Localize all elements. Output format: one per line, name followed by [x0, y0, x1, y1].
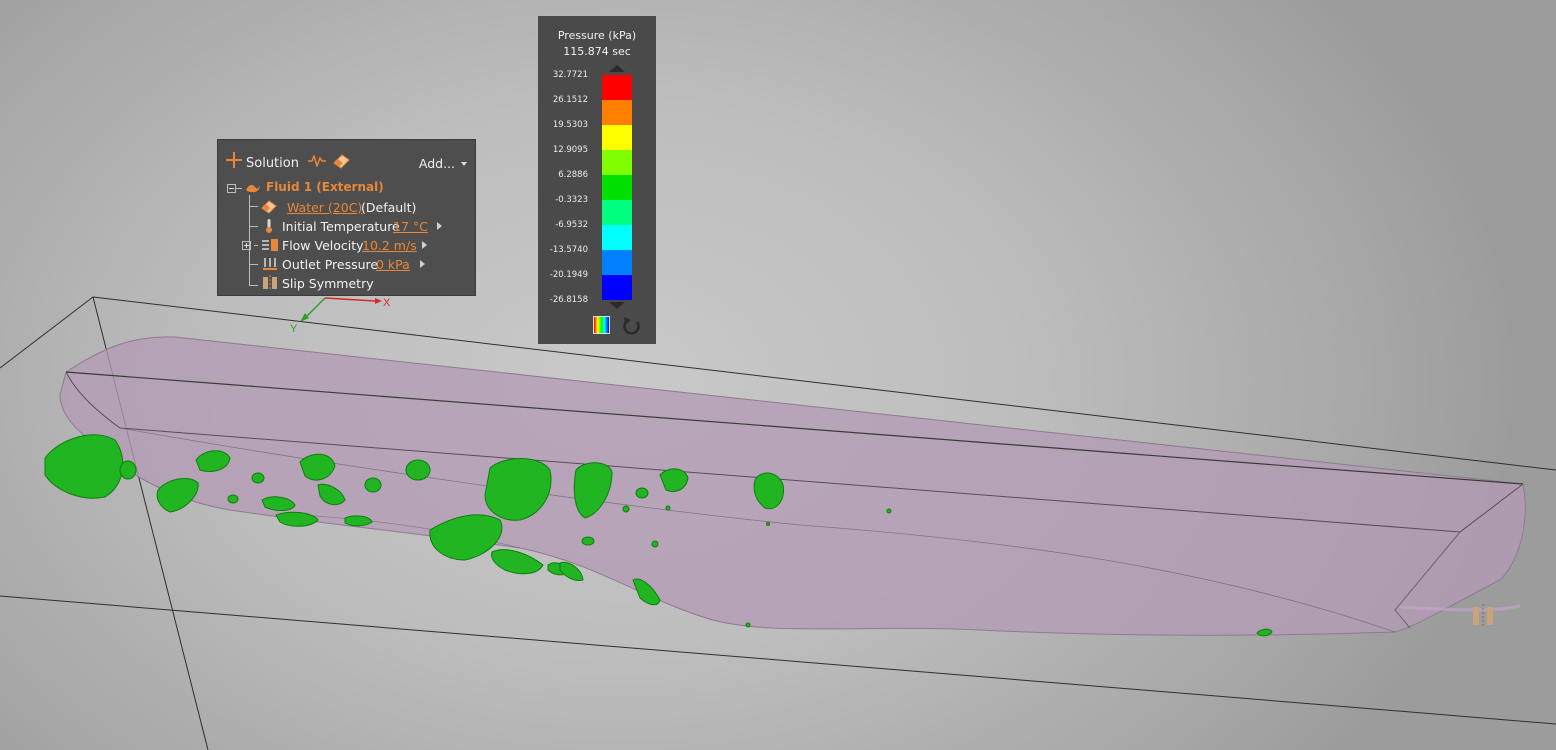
outlet-pressure-label: Outlet Pressure	[282, 257, 379, 272]
tree-connector	[236, 188, 242, 189]
legend-color-band	[602, 75, 632, 100]
fluid-icon	[246, 185, 260, 193]
legend-value: -6.9532	[555, 220, 588, 230]
collapse-icon[interactable]	[227, 184, 236, 193]
legend-color-band	[602, 125, 632, 150]
eraser-icon[interactable]	[331, 153, 351, 169]
legend-value: 12.9095	[552, 145, 588, 155]
solution-button[interactable]: Solution	[246, 156, 299, 171]
flow-velocity-value[interactable]: 10.2 m/s	[362, 238, 417, 253]
expand-arrow-icon[interactable]	[422, 241, 427, 249]
waveform-icon[interactable]	[308, 155, 326, 167]
tree-item-initial-temperature[interactable]: Initial Temperature 17 °C	[218, 217, 477, 236]
3d-viewport[interactable]: X Y	[0, 0, 1556, 750]
expand-arrow-icon[interactable]	[420, 260, 425, 268]
legend-color-band	[602, 275, 632, 300]
legend-max-arrow-icon[interactable]	[609, 65, 625, 72]
tree-item-fluid[interactable]: Fluid 1 (External)	[218, 178, 477, 197]
slip-symmetry-label: Slip Symmetry	[282, 276, 374, 291]
legend-min-arrow-icon[interactable]	[609, 302, 625, 309]
initial-temperature-value[interactable]: 17 °C	[393, 219, 428, 234]
flow-velocity-label: Flow Velocity	[282, 238, 364, 253]
legend-value: 26.1512	[552, 95, 588, 105]
scene-svg[interactable]: X Y	[0, 0, 1556, 750]
legend-color-band	[602, 225, 632, 250]
legend-time: 115.874 sec	[563, 45, 631, 58]
pressure-legend[interactable]: Pressure (kPa) 115.874 sec 32.7721 26.151…	[538, 16, 656, 344]
legend-value: -13.5740	[549, 245, 588, 255]
legend-color-band	[602, 150, 632, 175]
initial-temperature-label: Initial Temperature	[282, 219, 400, 234]
legend-color-band	[602, 200, 632, 225]
add-dropdown-button[interactable]: Add...	[419, 156, 455, 171]
expand-icon[interactable]	[242, 241, 251, 250]
fluid-label: Fluid 1 (External)	[266, 180, 384, 194]
outlet-pressure-value[interactable]: 0 kPa	[376, 257, 410, 272]
legend-value: 32.7721	[552, 70, 588, 80]
thermometer-icon	[266, 219, 272, 233]
analysis-tree-panel: Solution Add... Fluid 1 (External) Water…	[217, 139, 476, 296]
outlet-pressure-icon	[263, 258, 277, 270]
tree-item-outlet-pressure[interactable]: Outlet Pressure 0 kPa	[218, 255, 477, 274]
axis-y-label: Y	[290, 323, 298, 335]
legend-color-band	[602, 175, 632, 200]
material-link[interactable]: Water (20C)	[287, 200, 362, 215]
legend-color-band	[602, 100, 632, 125]
color-scheme-icon[interactable]	[593, 316, 610, 334]
legend-value: 19.5303	[552, 120, 588, 130]
legend-value: -20.1949	[549, 270, 588, 280]
axis-x-label: X	[383, 297, 391, 309]
material-eraser-icon	[261, 200, 277, 214]
slip-symmetry-marker-icon	[1473, 604, 1493, 628]
legend-value: 6.2886	[558, 170, 588, 180]
legend-value: -26.8158	[549, 295, 588, 305]
expand-arrow-icon[interactable]	[437, 222, 442, 230]
legend-value: -0.3323	[555, 195, 588, 205]
tree-panel-header: Solution Add...	[218, 140, 475, 176]
material-default-label: (Default)	[361, 200, 417, 215]
legend-color-band	[602, 250, 632, 275]
add-solution-icon[interactable]	[226, 152, 242, 168]
tree-item-slip-symmetry[interactable]: Slip Symmetry	[218, 274, 477, 293]
flow-velocity-icon	[262, 239, 278, 251]
chevron-down-icon[interactable]	[461, 162, 467, 166]
ship-hull	[59, 336, 1526, 636]
tree-item-flow-velocity[interactable]: Flow Velocity 10.2 m/s	[218, 236, 477, 255]
reset-icon[interactable]	[622, 316, 642, 336]
axis-triad: X Y	[290, 297, 391, 335]
legend-title: Pressure (kPa)	[557, 29, 637, 42]
slip-symmetry-icon	[263, 275, 277, 291]
tree-item-material[interactable]: Water (20C) (Default)	[218, 198, 477, 217]
